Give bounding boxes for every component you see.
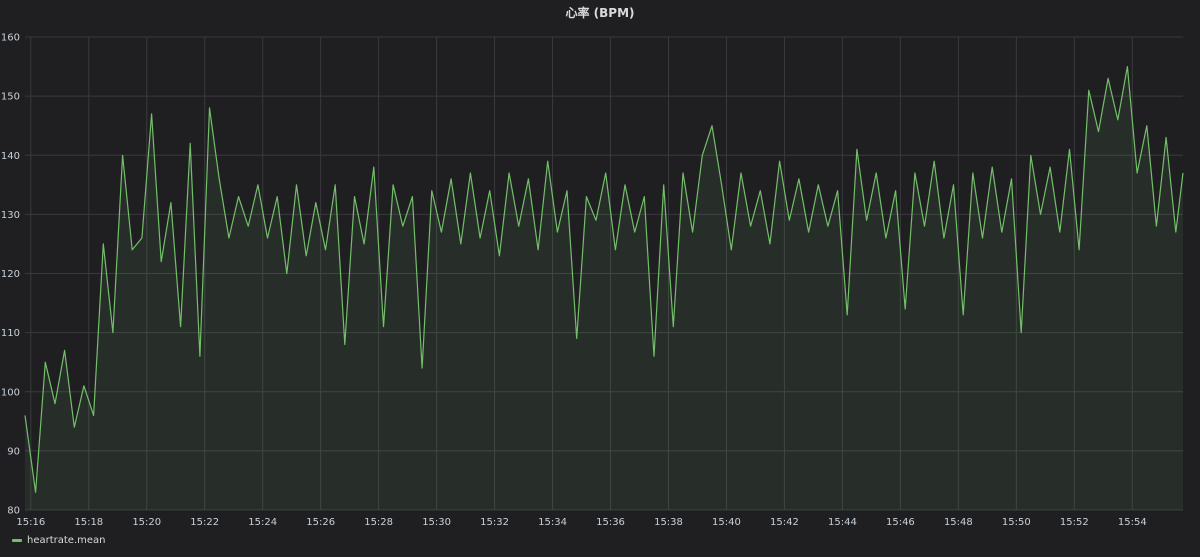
x-tick-label: 15:52: [1060, 517, 1089, 528]
y-tick-label: 150: [1, 92, 20, 103]
x-tick-label: 15:20: [132, 517, 161, 528]
x-tick-label: 15:28: [364, 517, 393, 528]
x-tick-label: 15:46: [886, 517, 915, 528]
y-tick-label: 100: [1, 387, 20, 398]
x-tick-label: 15:32: [480, 517, 509, 528]
chart-panel: 心率 (BPM) 80 90 100 110 120 130 140 150 160 15:16 1…: [0, 0, 1200, 557]
x-tick-label: 15:30: [422, 517, 451, 528]
y-tick-label: 160: [1, 33, 20, 44]
x-tick-label: 15:26: [306, 517, 335, 528]
x-tick-label: 15:50: [1002, 517, 1031, 528]
y-tick-label: 80: [7, 506, 20, 517]
y-tick-label: 140: [1, 151, 20, 162]
y-tick-label: 110: [1, 328, 20, 339]
x-tick-label: 15:38: [654, 517, 683, 528]
x-tick-label: 15:54: [1118, 517, 1147, 528]
x-tick-label: 15:40: [712, 517, 741, 528]
x-tick-label: 15:22: [190, 517, 219, 528]
x-tick-label: 15:42: [770, 517, 799, 528]
x-tick-label: 15:34: [538, 517, 567, 528]
series-area-heartrate-mean: [25, 66, 1183, 510]
x-tick-label: 15:36: [596, 517, 625, 528]
y-tick-label: 120: [1, 269, 20, 280]
x-tick-label: 15:16: [16, 517, 45, 528]
y-tick-label: 130: [1, 210, 20, 221]
x-tick-label: 15:44: [828, 517, 857, 528]
x-tick-label: 15:48: [944, 517, 973, 528]
legend-item-heartrate-mean[interactable]: heartrate.mean: [12, 535, 106, 546]
legend-label: heartrate.mean: [27, 535, 106, 546]
heartrate-chart: 80 90 100 110 120 130 140 150 160 15:16 15:18 15:20…: [1, 33, 1184, 528]
legend-swatch: [12, 539, 22, 542]
x-tick-label: 15:18: [74, 517, 103, 528]
y-tick-label: 90: [7, 446, 20, 457]
x-tick-label: 15:24: [248, 517, 277, 528]
